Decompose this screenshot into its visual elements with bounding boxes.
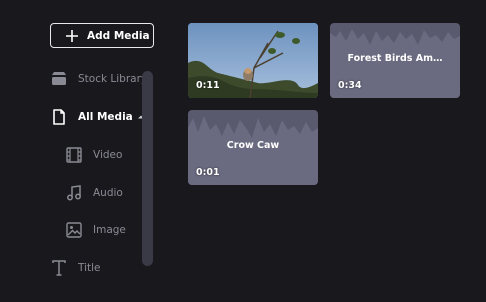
sidebar-item-label: Audio [93, 187, 123, 199]
sidebar-item-label: Video [93, 149, 123, 161]
sidebar-item-title[interactable]: Title [50, 259, 101, 277]
sidebar-scrollbar[interactable] [142, 71, 153, 266]
sidebar-item-label: Stock Library [78, 73, 142, 85]
media-tile-video[interactable]: 0:11 [188, 23, 318, 98]
sidebar-item-audio[interactable]: Audio [65, 184, 123, 202]
sidebar-item-label: Image [93, 224, 126, 236]
sidebar-item-video[interactable]: Video [65, 146, 122, 164]
sidebar-item-label: Title [78, 262, 101, 274]
image-icon [66, 222, 82, 238]
music-note-icon [67, 185, 81, 201]
add-media-button[interactable]: Add Media [50, 23, 154, 48]
sidebar-item-label: All Media [78, 111, 133, 123]
media-title: Forest Birds Am… [347, 53, 443, 64]
sidebar-item-image[interactable]: Image [65, 221, 126, 239]
media-duration: 0:01 [196, 167, 220, 178]
plus-icon [66, 29, 78, 42]
media-duration: 0:34 [338, 80, 362, 91]
media-duration: 0:11 [196, 80, 220, 91]
film-icon [66, 147, 82, 163]
media-tile-audio-crow-caw[interactable]: Crow Caw 0:01 [188, 110, 318, 185]
sidebar-item-all-media[interactable]: All Media [50, 108, 145, 126]
text-icon [52, 260, 66, 276]
stock-library-icon [52, 72, 66, 85]
media-library-panel: Add Media Stock Library All Media Video [0, 0, 486, 302]
media-tile-audio-forest-birds[interactable]: Forest Birds Am… 0:34 [330, 23, 460, 98]
media-title: Crow Caw [226, 140, 280, 151]
sidebar-item-stock-library[interactable]: Stock Library [50, 70, 142, 88]
add-media-label: Add Media [87, 29, 150, 42]
document-icon [53, 109, 65, 125]
